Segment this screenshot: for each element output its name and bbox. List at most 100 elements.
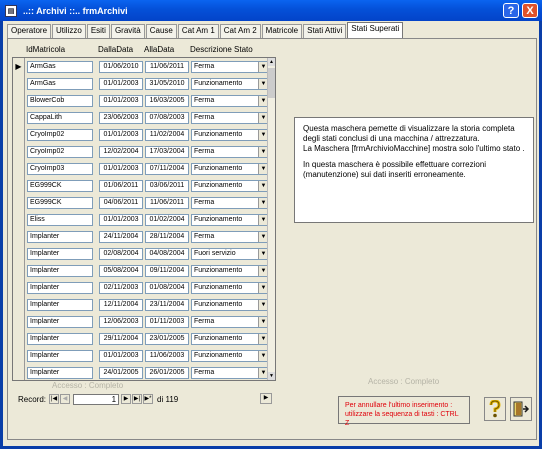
cell-descrizione-stato-combo[interactable]: Ferma ▼ — [191, 197, 269, 209]
table-row[interactable]: ▶ ArmGas 01/06/2010 11/06/2011 Ferma ▼ — [13, 58, 269, 76]
cell-idmatricola[interactable]: CappaLith — [27, 112, 93, 124]
table-row[interactable]: BlowerCob 01/01/2003 16/03/2005 Ferma ▼ — [13, 92, 269, 110]
cell-idmatricola[interactable]: ArmGas — [27, 78, 93, 90]
cell-descrizione-stato-combo[interactable]: Funzionamento ▼ — [191, 265, 269, 277]
cell-descrizione-stato-combo[interactable]: Ferma ▼ — [191, 367, 269, 379]
cell-alladata[interactable]: 11/06/2011 — [145, 197, 189, 209]
row-selector[interactable] — [13, 296, 25, 314]
cell-alladata[interactable]: 01/08/2004 — [145, 282, 189, 294]
cell-dalladata[interactable]: 01/01/2003 — [99, 214, 143, 226]
record-number-input[interactable]: 1 — [73, 393, 120, 405]
tab-esiti[interactable]: Esiti — [86, 24, 110, 38]
cell-descrizione-stato-combo[interactable]: Fuori servizio ▼ — [191, 248, 269, 260]
cell-dalladata[interactable]: 24/01/2005 — [99, 367, 143, 379]
table-row[interactable]: Implanter 05/08/2004 09/11/2004 Funzionamen… — [13, 262, 269, 280]
cell-descrizione-stato-combo[interactable]: Ferma ▼ — [191, 231, 269, 243]
row-selector[interactable]: ▶ — [13, 58, 25, 76]
cell-dalladata[interactable]: 01/01/2003 — [99, 129, 143, 141]
table-row[interactable]: Implanter 01/01/2003 11/06/2003 Funzionamen… — [13, 347, 269, 365]
cell-alladata[interactable]: 26/01/2005 — [145, 367, 189, 379]
cell-alladata[interactable]: 23/01/2005 — [145, 333, 189, 345]
cell-dalladata[interactable]: 01/01/2003 — [99, 95, 143, 107]
table-row[interactable]: Implanter 12/06/2003 01/11/2003 Ferma ▼ — [13, 313, 269, 331]
last-record-icon[interactable]: ▶| — [132, 394, 143, 404]
exit-button[interactable] — [510, 397, 532, 421]
cell-idmatricola[interactable]: Eliss — [27, 214, 93, 226]
table-row[interactable]: CryoImp02 01/01/2003 11/02/2004 Funzionamen… — [13, 126, 269, 144]
cell-alladata[interactable]: 11/06/2003 — [145, 350, 189, 362]
cell-idmatricola[interactable]: CryoImp02 — [27, 129, 93, 141]
scroll-down-arrow-icon[interactable]: ▼ — [268, 372, 275, 380]
tab-gravit[interactable]: Gravità — [110, 24, 145, 38]
cell-dalladata[interactable]: 05/08/2004 — [99, 265, 143, 277]
table-row[interactable]: Implanter 12/11/2004 23/11/2004 Funzionamen… — [13, 296, 269, 314]
cell-descrizione-stato-combo[interactable]: Funzionamento ▼ — [191, 129, 269, 141]
cell-idmatricola[interactable]: Implanter — [27, 350, 93, 362]
scroll-thumb[interactable] — [268, 68, 275, 98]
cell-alladata[interactable]: 23/11/2004 — [145, 299, 189, 311]
cell-idmatricola[interactable]: Implanter — [27, 248, 93, 260]
table-row[interactable]: ArmGas 01/01/2003 31/05/2010 Funzionamento ▼ — [13, 75, 269, 93]
row-selector[interactable] — [13, 75, 25, 93]
cell-idmatricola[interactable]: Implanter — [27, 231, 93, 243]
cell-alladata[interactable]: 28/11/2004 — [145, 231, 189, 243]
cell-descrizione-stato-combo[interactable]: Funzionamento ▼ — [191, 282, 269, 294]
cell-idmatricola[interactable]: Implanter — [27, 282, 93, 294]
row-selector[interactable] — [13, 109, 25, 127]
cell-idmatricola[interactable]: Implanter — [27, 265, 93, 277]
table-row[interactable]: Implanter 02/11/2003 01/08/2004 Funzionamen… — [13, 279, 269, 297]
cell-descrizione-stato-combo[interactable]: Funzionamento ▼ — [191, 333, 269, 345]
cell-dalladata[interactable]: 01/01/2003 — [99, 78, 143, 90]
cell-dalladata[interactable]: 24/11/2004 — [99, 231, 143, 243]
close-button[interactable]: X — [522, 3, 538, 18]
tab-stati-superati[interactable]: Stati Superati — [347, 22, 404, 38]
next-record-icon[interactable]: ▶ — [121, 394, 132, 404]
cell-idmatricola[interactable]: Implanter — [27, 299, 93, 311]
tab-matricole[interactable]: Matricole — [261, 24, 303, 38]
row-selector[interactable] — [13, 177, 25, 195]
cell-dalladata[interactable]: 12/11/2004 — [99, 299, 143, 311]
scroll-up-arrow-icon[interactable]: ▲ — [268, 58, 275, 66]
help-button[interactable] — [484, 397, 506, 421]
row-selector[interactable] — [13, 279, 25, 297]
cell-descrizione-stato-combo[interactable]: Ferma ▼ — [191, 112, 269, 124]
row-selector[interactable] — [13, 330, 25, 348]
table-row[interactable]: Eliss 01/01/2003 01/02/2004 Funzionamento ▼ — [13, 211, 269, 229]
row-selector[interactable] — [13, 228, 25, 246]
cell-idmatricola[interactable]: ArmGas — [27, 61, 93, 73]
table-row[interactable]: Implanter 24/11/2004 28/11/2004 Ferma ▼ — [13, 228, 269, 246]
row-selector[interactable] — [13, 245, 25, 263]
cell-idmatricola[interactable]: Implanter — [27, 333, 93, 345]
cell-idmatricola[interactable]: EG999CK — [27, 180, 93, 192]
cell-idmatricola[interactable]: Implanter — [27, 316, 93, 328]
cell-dalladata[interactable]: 02/08/2004 — [99, 248, 143, 260]
cell-dalladata[interactable]: 01/06/2010 — [99, 61, 143, 73]
cell-descrizione-stato-combo[interactable]: Funzionamento ▼ — [191, 180, 269, 192]
cell-descrizione-stato-combo[interactable]: Funzionamento ▼ — [191, 214, 269, 226]
cell-alladata[interactable]: 07/08/2003 — [145, 112, 189, 124]
row-selector[interactable] — [13, 92, 25, 110]
tab-utilizzo[interactable]: Utilizzo — [52, 24, 86, 38]
row-selector[interactable] — [13, 364, 25, 380]
prev-record-icon[interactable]: ◀ — [60, 394, 71, 404]
cell-alladata[interactable]: 01/02/2004 — [145, 214, 189, 226]
tab-stati-attivi[interactable]: Stati Attivi — [303, 24, 347, 38]
cell-descrizione-stato-combo[interactable]: Funzionamento ▼ — [191, 350, 269, 362]
row-selector[interactable] — [13, 143, 25, 161]
table-row[interactable]: CryoImp03 01/01/2003 07/11/2004 Funzionamen… — [13, 160, 269, 178]
cell-dalladata[interactable]: 01/06/2011 — [99, 180, 143, 192]
cell-alladata[interactable]: 04/08/2004 — [145, 248, 189, 260]
first-record-icon[interactable]: |◀ — [49, 394, 60, 404]
cell-alladata[interactable]: 11/06/2011 — [145, 61, 189, 73]
cell-idmatricola[interactable]: EG999CK — [27, 197, 93, 209]
table-row[interactable]: Implanter 29/11/2004 23/01/2005 Funzionamen… — [13, 330, 269, 348]
cell-alladata[interactable]: 09/11/2004 — [145, 265, 189, 277]
tab-cause[interactable]: Cause — [145, 24, 177, 38]
horizontal-scroll-arrow-icon[interactable]: ▶ — [260, 393, 272, 404]
cell-dalladata[interactable]: 23/06/2003 — [99, 112, 143, 124]
table-row[interactable]: CappaLith 23/06/2003 07/08/2003 Ferma ▼ — [13, 109, 269, 127]
cell-idmatricola[interactable]: CryoImp02 — [27, 146, 93, 158]
cell-descrizione-stato-combo[interactable]: Ferma ▼ — [191, 61, 269, 73]
tab-cat-am-2[interactable]: Cat Am 2 — [219, 24, 261, 38]
table-row[interactable]: EG999CK 01/06/2011 03/06/2011 Funzionamento… — [13, 177, 269, 195]
